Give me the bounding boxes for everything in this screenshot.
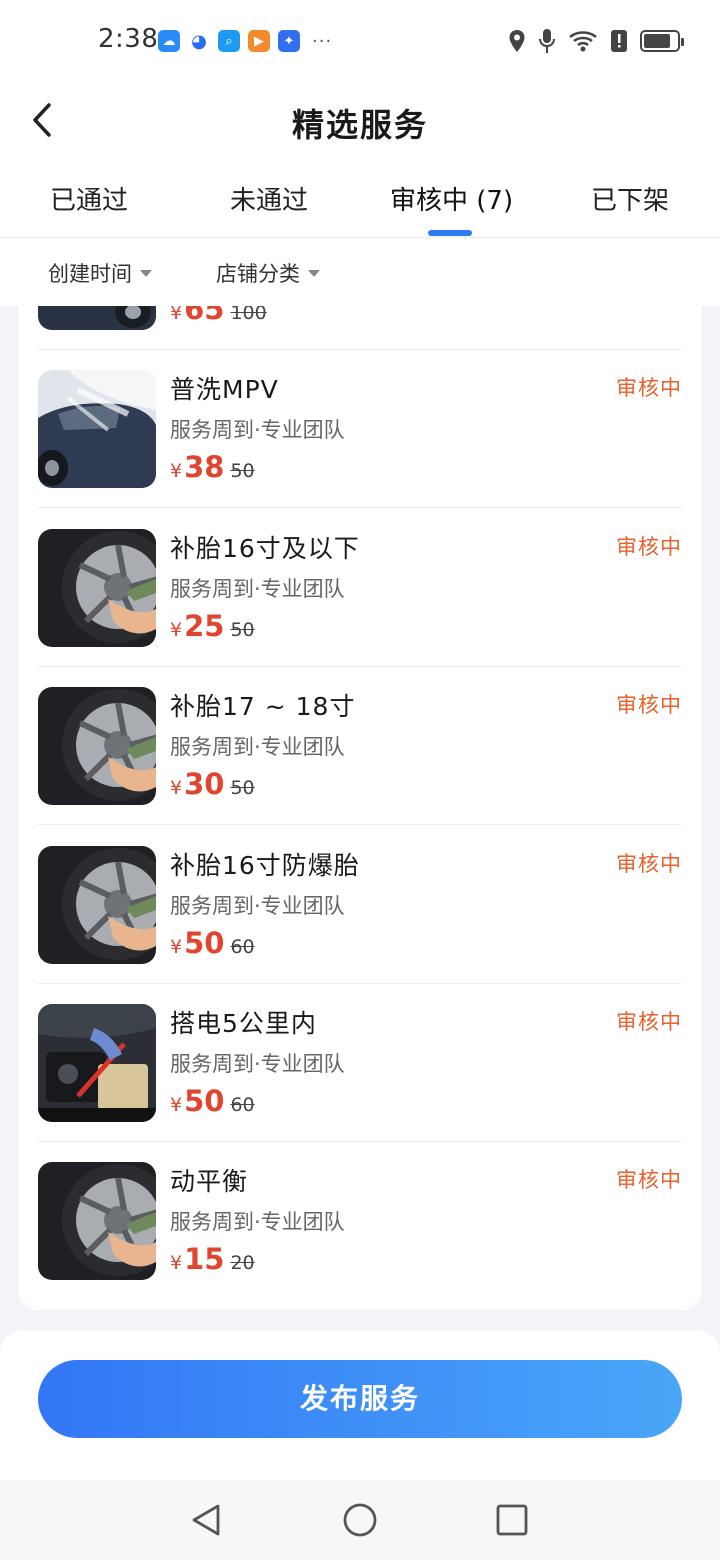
- app-header: 精选服务: [0, 84, 720, 156]
- service-name: 补胎16寸及以下: [170, 534, 360, 563]
- price: 25: [184, 609, 225, 643]
- original-price: 60: [230, 936, 255, 958]
- service-name: 动平衡: [170, 1167, 249, 1196]
- video-app-icon: ▶: [248, 30, 270, 52]
- status-app-icons: ☁ ◕ ⌕ ▶ ✦ ···: [158, 30, 332, 52]
- battery-icon: [640, 30, 684, 52]
- list-item[interactable]: 补胎17 ~ 18寸 审核中 服务周到·专业团队 ¥ 30 50: [38, 667, 682, 825]
- price: 65: [184, 306, 225, 326]
- original-price: 50: [230, 460, 255, 482]
- status-bar: 2:38 ☁ ◕ ⌕ ▶ ✦ ···: [0, 0, 720, 84]
- currency-symbol: ¥: [170, 306, 183, 324]
- price-row: ¥ 50 60: [170, 1084, 255, 1118]
- original-price: 50: [230, 777, 255, 799]
- tab-delisted[interactable]: 已下架: [591, 180, 669, 217]
- filter-store-category[interactable]: 店铺分类: [216, 258, 320, 288]
- service-thumbnail: [38, 1004, 156, 1122]
- original-price: 60: [230, 1094, 255, 1116]
- more-notifications-icon: ···: [312, 30, 333, 52]
- currency-symbol: ¥: [170, 460, 183, 482]
- list-item[interactable]: 补胎16寸及以下 审核中 服务周到·专业团队 ¥ 25 50: [38, 509, 682, 667]
- currency-symbol: ¥: [170, 777, 183, 799]
- system-nav-bar: [0, 1480, 720, 1560]
- location-icon: [509, 30, 525, 52]
- list-item[interactable]: 普洗MPV 审核中 服务周到·专业团队 ¥ 38 50: [38, 350, 682, 508]
- bulb-app-icon: ✦: [278, 30, 300, 52]
- caret-down-icon: [140, 269, 152, 277]
- review-status-badge: 审核中: [616, 693, 682, 717]
- service-description: 服务周到·专业团队: [170, 894, 345, 918]
- nav-recents-icon[interactable]: [494, 1502, 530, 1538]
- service-list: ¥ 65 100 普洗MPV 审核中 服务周到·专业团队 ¥ 38 50 补胎1…: [18, 306, 702, 1310]
- service-thumbnail: [38, 370, 156, 488]
- publish-service-button[interactable]: 发布服务: [38, 1360, 682, 1438]
- filter-label: 创建时间: [48, 262, 132, 286]
- price-row: ¥ 15 20: [170, 1242, 255, 1276]
- service-description: 服务周到·专业团队: [170, 1210, 345, 1234]
- list-item[interactable]: 补胎16寸防爆胎 审核中 服务周到·专业团队 ¥ 50 60: [38, 826, 682, 984]
- service-description: 服务周到·专业团队: [170, 577, 345, 601]
- price: 30: [184, 767, 225, 801]
- service-name: 搭电5公里内: [170, 1009, 317, 1038]
- wifi-icon: [569, 31, 597, 52]
- price: 50: [184, 926, 225, 960]
- price-row: ¥ 65 100: [170, 306, 267, 326]
- bottom-action-panel: 发布服务: [0, 1330, 720, 1480]
- original-price: 20: [230, 1252, 255, 1274]
- filter-label: 店铺分类: [216, 262, 300, 286]
- service-description: 服务周到·专业团队: [170, 735, 345, 759]
- currency-symbol: ¥: [170, 619, 183, 641]
- price-row: ¥ 25 50: [170, 609, 255, 643]
- price: 15: [184, 1242, 225, 1276]
- price-row: ¥ 30 50: [170, 767, 255, 801]
- status-time: 2:38: [98, 24, 159, 54]
- nav-home-icon[interactable]: [342, 1502, 378, 1538]
- nav-back-icon[interactable]: [188, 1502, 224, 1538]
- price: 38: [184, 450, 225, 484]
- currency-symbol: ¥: [170, 936, 183, 958]
- search-app-icon: ⌕: [218, 30, 240, 52]
- weather-app-icon: ☁: [158, 30, 180, 52]
- service-name: 补胎16寸防爆胎: [170, 851, 360, 880]
- alert-icon: [611, 30, 627, 52]
- price-row: ¥ 38 50: [170, 450, 255, 484]
- service-name: 普洗MPV: [170, 375, 279, 404]
- page-title: 精选服务: [291, 106, 428, 144]
- service-thumbnail: [38, 306, 156, 330]
- filter-created-time[interactable]: 创建时间: [48, 258, 152, 288]
- status-tabs: 已通过 未通过 审核中 (7) 已下架: [0, 156, 720, 238]
- currency-symbol: ¥: [170, 1094, 183, 1116]
- service-description: 服务周到·专业团队: [170, 418, 345, 442]
- tab-rejected[interactable]: 未通过: [230, 180, 308, 217]
- price-row: ¥ 50 60: [170, 926, 255, 960]
- service-thumbnail: [38, 1162, 156, 1280]
- price: 50: [184, 1084, 225, 1118]
- original-price: 100: [230, 306, 267, 324]
- original-price: 50: [230, 619, 255, 641]
- currency-symbol: ¥: [170, 1252, 183, 1274]
- caret-down-icon: [308, 269, 320, 277]
- tab-approved[interactable]: 已通过: [50, 180, 128, 217]
- review-status-badge: 审核中: [616, 1168, 682, 1192]
- list-item[interactable]: 动平衡 审核中 服务周到·专业团队 ¥ 15 20: [38, 1142, 682, 1300]
- status-right: [508, 28, 684, 54]
- list-item[interactable]: ¥ 65 100: [38, 306, 682, 350]
- tab-under-review[interactable]: 审核中 (7): [390, 180, 513, 217]
- service-name: 补胎17 ~ 18寸: [170, 692, 356, 721]
- review-status-badge: 审核中: [616, 1010, 682, 1034]
- filter-bar: 创建时间 店铺分类: [0, 238, 720, 306]
- service-thumbnail: [38, 687, 156, 805]
- service-thumbnail: [38, 846, 156, 964]
- list-item[interactable]: 搭电5公里内 审核中 服务周到·专业团队 ¥ 50 60: [38, 984, 682, 1142]
- service-thumbnail: [38, 529, 156, 647]
- service-description: 服务周到·专业团队: [170, 1052, 345, 1076]
- active-tab-indicator: [428, 230, 472, 236]
- microphone-icon: [539, 29, 555, 53]
- review-status-badge: 审核中: [616, 535, 682, 559]
- review-status-badge: 审核中: [616, 376, 682, 400]
- review-status-badge: 审核中: [616, 852, 682, 876]
- browser-app-icon: ◕: [188, 30, 210, 52]
